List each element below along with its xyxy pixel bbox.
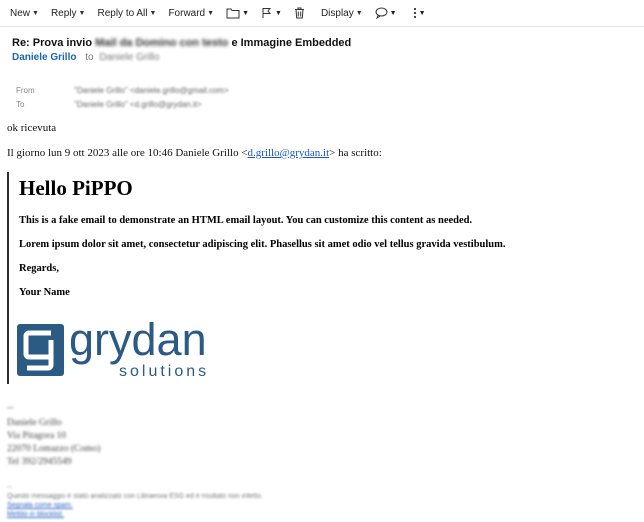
blocklist-link[interactable]: Mettilo in blocklist.: [7, 511, 64, 518]
more-actions-button[interactable]: ▼: [409, 2, 430, 24]
message-subject: Re: Prova invio Mail da Domino con testo…: [12, 37, 351, 49]
reply-text: ok ricevuta: [7, 122, 57, 134]
to-value: "Daniele Grillo" <d.grillo@grydan.it>: [74, 100, 202, 109]
quoted-para-2: Lorem ipsum dolor sit amet, consectetur …: [19, 239, 506, 250]
sender-name[interactable]: Daniele Grillo: [12, 52, 76, 63]
to-recipient[interactable]: Daniele Grillo: [99, 52, 159, 63]
caret-down-icon: ▼: [389, 9, 397, 17]
signature-street: Via Pitagora 10: [7, 431, 67, 441]
caret-down-icon: ▼: [275, 9, 282, 17]
subject-blurred: Mail da Domino con testo: [95, 37, 229, 49]
caret-down-icon: ▼: [149, 9, 157, 17]
footer-scan-note: Questo messaggio è stato analizzato con …: [7, 493, 263, 500]
caret-down-icon: ▼: [78, 9, 86, 17]
to-row: To "Daniele Grillo" <d.grillo@grydan.it>: [16, 100, 202, 109]
subject-suffix: e Immagine Embedded: [231, 37, 352, 49]
to-word: to: [85, 52, 94, 63]
grydan-logo: grydan solutions: [17, 314, 235, 380]
logo-sub: solutions: [119, 363, 210, 380]
sender-line: Daniele Grillo to Daniele Grillo: [12, 52, 159, 63]
quote-intro-before: Il giorno lun 9 ott 2023 alle ore 10:46 …: [7, 147, 248, 159]
logo-word: grydan: [69, 314, 207, 365]
forward-label: Forward: [168, 7, 206, 19]
new-button[interactable]: New ▼: [6, 2, 43, 24]
message-toolbar: New ▼ Reply ▼ Reply to All ▼ Forward ▼ ▼ ▼ D…: [0, 0, 644, 27]
chat-button[interactable]: ▼: [371, 2, 401, 24]
reply-button[interactable]: Reply ▼: [47, 2, 90, 24]
new-label: New: [10, 7, 31, 19]
quote-intro-after: > ha scritto:: [329, 147, 382, 159]
from-label: From: [16, 86, 35, 95]
quoted-regards: Regards,: [19, 263, 59, 274]
delete-button[interactable]: [290, 2, 309, 24]
signature-name: Daniele Grillo: [7, 418, 62, 428]
caret-down-icon: ▼: [242, 9, 249, 17]
signature-separator: --: [7, 403, 14, 413]
quote-intro: Il giorno lun 9 ott 2023 alle ore 10:46 …: [7, 147, 382, 159]
reply-label: Reply: [50, 7, 77, 19]
from-value: "Daniele Grillo" <daniele.grillo@gmail.c…: [74, 86, 229, 95]
signature-phone: Tel 392/2945549: [7, 457, 72, 467]
move-to-folder-button[interactable]: ▼: [222, 2, 253, 24]
caret-down-icon: ▼: [207, 9, 215, 17]
flag-button[interactable]: ▼: [257, 2, 286, 24]
reply-all-label: Reply to All: [97, 7, 148, 19]
signature-city: 22070 Lomazzo (Como): [7, 444, 101, 454]
subject-prefix: Re: Prova invio: [12, 37, 93, 49]
display-button[interactable]: Display ▼: [317, 2, 367, 24]
to-label: To: [16, 100, 25, 109]
folder-icon: [226, 8, 240, 19]
caret-down-icon: ▼: [418, 9, 426, 17]
quoted-heading: Hello PiPPO: [19, 176, 133, 200]
report-spam-link[interactable]: Segnala come spam.: [7, 502, 73, 509]
display-label: Display: [320, 7, 354, 19]
caret-down-icon: ▼: [32, 9, 39, 17]
quoted-para-1: This is a fake email to demonstrate an H…: [19, 215, 473, 226]
forward-button[interactable]: Forward ▼: [164, 2, 218, 24]
flag-icon: [262, 8, 272, 18]
from-row: From "Daniele Grillo" <daniele.grillo@gma…: [16, 86, 229, 95]
caret-down-icon: ▼: [355, 9, 363, 17]
quoted-your-name: Your Name: [19, 287, 70, 298]
quote-intro-email-link[interactable]: d.grillo@grydan.it: [248, 147, 330, 159]
chat-icon: [375, 7, 388, 19]
logo-g-mark-icon: [17, 324, 64, 376]
more-icon: [413, 7, 416, 19]
trash-icon: [294, 7, 304, 19]
reply-all-button[interactable]: Reply to All ▼: [93, 2, 160, 24]
footer-separator: --: [7, 484, 12, 491]
